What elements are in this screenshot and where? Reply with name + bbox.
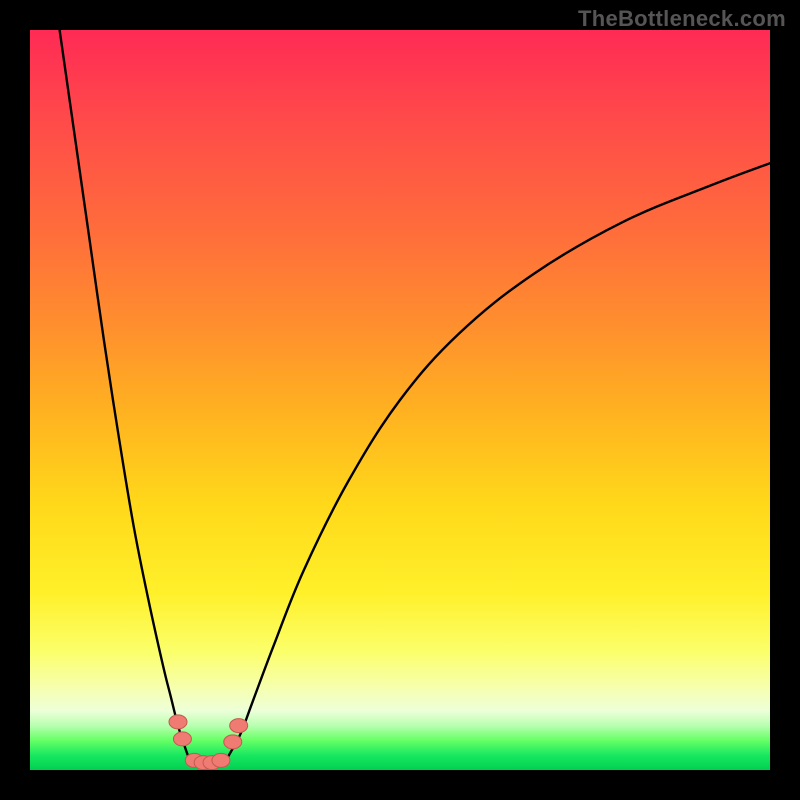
left-marker-upper [169,715,187,729]
chart-frame: TheBottleneck.com [0,0,800,800]
curve-right-branch [222,163,770,766]
bottom-marker-4 [212,753,230,767]
plot-area [30,30,770,770]
watermark-text: TheBottleneck.com [578,6,786,32]
curve-left-branch [60,30,193,766]
data-markers [169,715,248,770]
right-marker-upper [230,719,248,733]
curve-layer [30,30,770,770]
right-marker-lower [224,735,242,749]
left-marker-lower [173,732,191,746]
